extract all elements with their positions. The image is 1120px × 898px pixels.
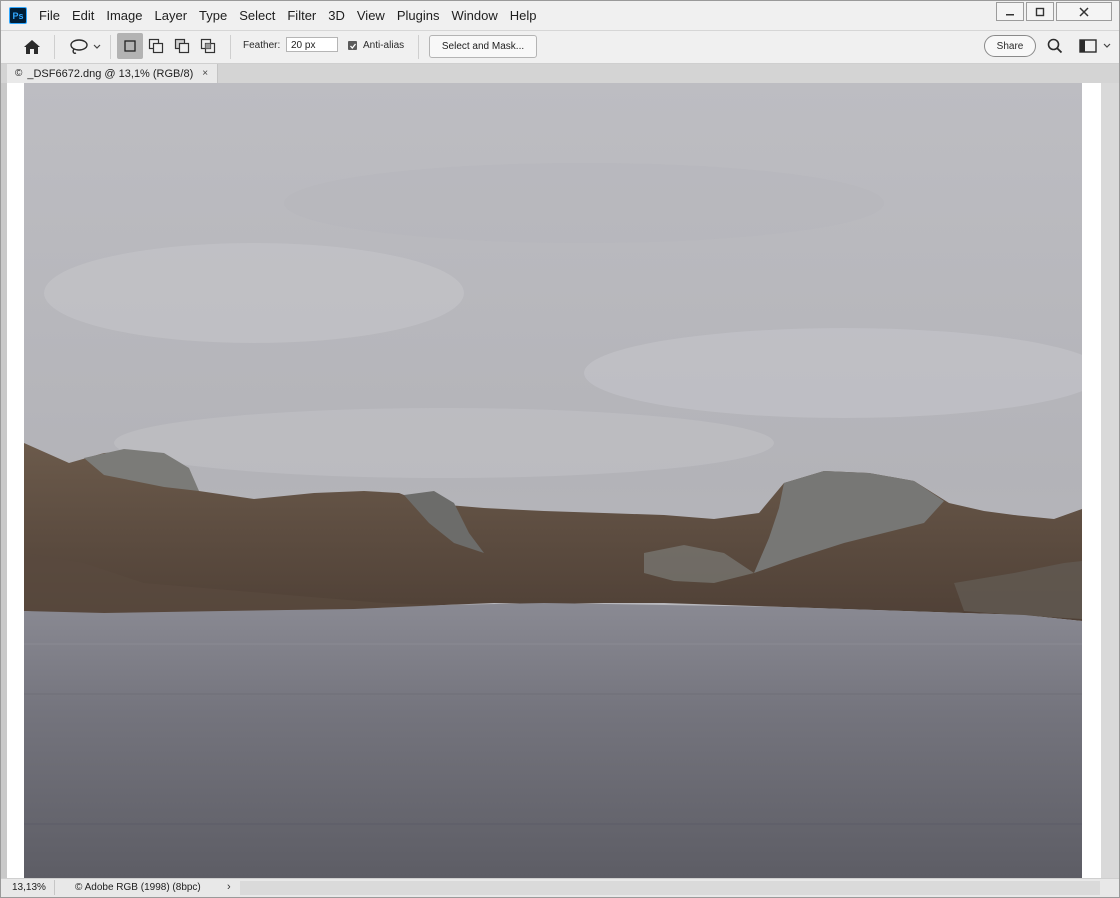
menu-plugins[interactable]: Plugins: [391, 1, 446, 30]
new-selection-button[interactable]: [117, 33, 143, 59]
menu-edit[interactable]: Edit: [66, 1, 100, 30]
app-logo: Ps: [9, 7, 27, 24]
menu-file[interactable]: File: [33, 1, 66, 30]
photoshop-window: Ps File Edit Image Layer Type Select Fil…: [0, 0, 1120, 898]
menu-select[interactable]: Select: [233, 1, 281, 30]
intersect-selection-icon: [200, 38, 216, 54]
anti-alias-label: Anti-alias: [363, 40, 405, 51]
separator: [418, 35, 419, 59]
pasteboard-right: [1082, 83, 1101, 878]
status-menu-arrow-icon[interactable]: ›: [227, 879, 231, 896]
new-selection-icon: [124, 40, 136, 52]
home-button[interactable]: [20, 36, 44, 58]
share-button[interactable]: Share: [984, 35, 1036, 57]
horizontal-scrollbar[interactable]: [240, 881, 1100, 895]
menu-help[interactable]: Help: [504, 1, 543, 30]
copyright-icon: ©: [15, 68, 23, 79]
menu-items: File Edit Image Layer Type Select Filter…: [33, 1, 542, 30]
separator: [230, 35, 231, 59]
menu-layer[interactable]: Layer: [149, 1, 194, 30]
subtract-selection-icon: [174, 38, 190, 54]
workspace-switcher[interactable]: [1075, 36, 1115, 56]
close-button[interactable]: [1056, 2, 1112, 21]
menu-3d[interactable]: 3D: [322, 1, 351, 30]
checkmark-icon: [349, 43, 356, 49]
search-button[interactable]: [1045, 36, 1065, 56]
separator: [54, 35, 55, 59]
workspace-icon: [1078, 39, 1097, 53]
menu-type[interactable]: Type: [193, 1, 233, 30]
lasso-icon: [70, 39, 88, 54]
menu-image[interactable]: Image: [100, 1, 148, 30]
document-tab[interactable]: © _DSF6672.dng @ 13,1% (RGB/8) ×: [7, 64, 218, 83]
maximize-button[interactable]: [1026, 2, 1054, 21]
pasteboard-left: [7, 83, 24, 878]
feather-label: Feather:: [243, 40, 281, 51]
menu-filter[interactable]: Filter: [281, 1, 322, 30]
document-image[interactable]: [24, 83, 1082, 878]
feather-input[interactable]: 20 px: [286, 37, 338, 52]
window-controls: [996, 2, 1112, 21]
anti-alias-checkbox[interactable]: [348, 41, 357, 50]
canvas-area[interactable]: [1, 83, 1119, 878]
options-bar: Feather: 20 px Anti-alias Select and Mas…: [1, 31, 1119, 64]
chevron-down-icon: [93, 44, 101, 49]
separator: [110, 35, 111, 59]
search-icon: [1047, 38, 1063, 54]
subtract-from-selection-button[interactable]: [169, 33, 195, 59]
zoom-level-field[interactable]: 13,13%: [7, 880, 55, 895]
landscape-photo: [24, 83, 1082, 878]
menu-view[interactable]: View: [351, 1, 391, 30]
add-to-selection-button[interactable]: [143, 33, 169, 59]
menu-bar: Ps File Edit Image Layer Type Select Fil…: [1, 1, 1119, 31]
close-tab-icon[interactable]: ×: [202, 68, 208, 79]
chevron-down-icon: [1103, 43, 1110, 48]
vertical-scrollbar[interactable]: [1101, 83, 1119, 878]
document-tab-strip: © _DSF6672.dng @ 13,1% (RGB/8) ×: [1, 64, 1119, 83]
add-selection-icon: [148, 38, 164, 54]
minimize-icon: [1006, 13, 1014, 15]
close-icon: [1079, 6, 1089, 17]
status-bar: 13,13% © Adobe RGB (1998) (8bpc) ›: [1, 878, 1119, 897]
maximize-icon: [1035, 7, 1045, 16]
tool-preset-picker[interactable]: [65, 37, 105, 57]
select-and-mask-button[interactable]: Select and Mask...: [429, 35, 537, 58]
document-title: _DSF6672.dng @ 13,1% (RGB/8): [27, 67, 194, 80]
intersect-selection-button[interactable]: [195, 33, 221, 59]
minimize-button[interactable]: [996, 2, 1024, 21]
home-icon: [24, 40, 40, 54]
menu-window[interactable]: Window: [445, 1, 503, 30]
color-profile-label: © Adobe RGB (1998) (8bpc): [75, 882, 201, 893]
